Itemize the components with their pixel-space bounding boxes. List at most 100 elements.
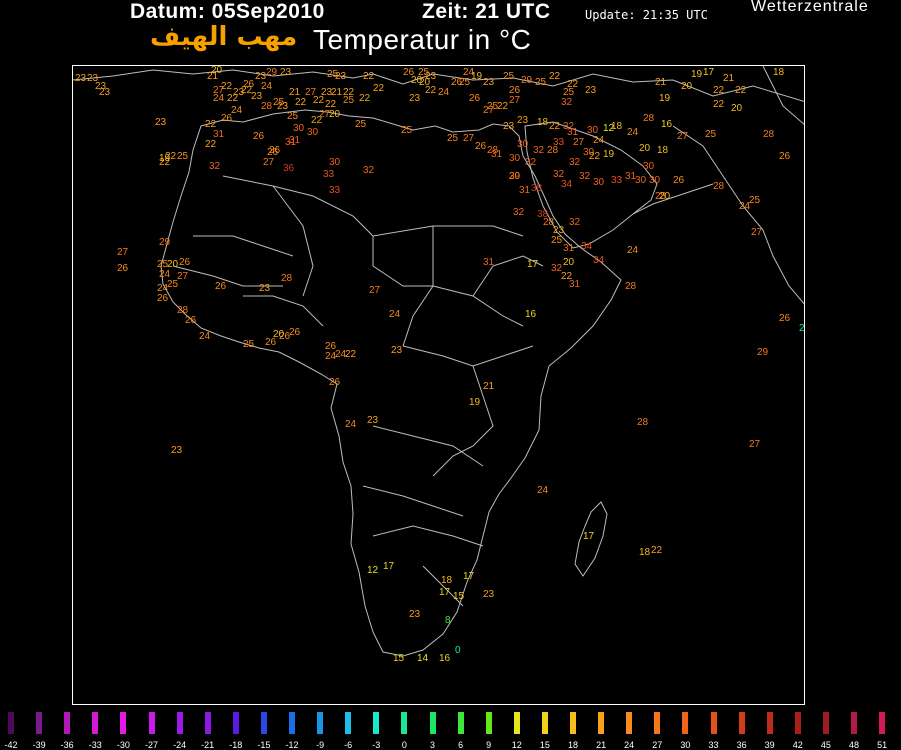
station-temperature: 29 bbox=[266, 67, 278, 78]
station-temperature: 23 bbox=[483, 589, 495, 600]
station-temperature: 15 bbox=[453, 591, 465, 602]
station-temperature: 27 bbox=[751, 227, 763, 238]
station-temperature: 25 bbox=[535, 77, 547, 88]
station-temperature: 22 bbox=[205, 139, 217, 150]
legend-label: 48 bbox=[848, 740, 859, 750]
legend-label: -30 bbox=[116, 740, 130, 750]
legend-swatch bbox=[766, 712, 773, 734]
station-temperature: 23 bbox=[367, 415, 379, 426]
station-temperature: 25 bbox=[459, 77, 471, 88]
station-temperature: 22 bbox=[221, 81, 233, 92]
station-temperature: 26 bbox=[475, 141, 487, 152]
station-temperature: 24 bbox=[345, 419, 357, 430]
station-temperature: 25 bbox=[749, 195, 761, 206]
station-temperature: 30 bbox=[649, 175, 661, 186]
legend-label: 51 bbox=[877, 740, 888, 750]
station-temperature: 20 bbox=[681, 81, 693, 92]
station-temperature: 22 bbox=[549, 121, 561, 132]
station-temperature: 26 bbox=[185, 315, 197, 326]
station-temperature: 24 bbox=[627, 245, 639, 256]
station-temperature: 30 bbox=[293, 123, 305, 134]
station-temperature: 29 bbox=[159, 237, 171, 248]
legend-swatch bbox=[879, 712, 886, 734]
station-temperature: 15 bbox=[393, 653, 405, 664]
legend-label: -6 bbox=[344, 740, 353, 750]
color-legend: -42 -39 -36 -33 -30 -27 -24 -21 -18 -15 -12 -9 -6 -3 0… bbox=[0, 712, 901, 750]
station-temperature: 21 bbox=[723, 73, 735, 84]
station-temperature: 28 bbox=[625, 281, 637, 292]
station-temperature: 26 bbox=[117, 263, 129, 274]
date-label: Datum: 05Sep2010 bbox=[130, 0, 325, 23]
legend-swatch bbox=[317, 712, 324, 734]
legend-swatch bbox=[92, 712, 99, 734]
legend-label: 0 bbox=[401, 740, 407, 750]
station-temperature: 19 bbox=[469, 397, 481, 408]
station-temperature: 34 bbox=[593, 255, 605, 266]
legend-label: -15 bbox=[257, 740, 271, 750]
station-temperature: 25 bbox=[551, 235, 563, 246]
station-temperature: 28 bbox=[655, 191, 667, 202]
station-temperature: 23 bbox=[409, 609, 421, 620]
legend-swatch bbox=[851, 712, 857, 734]
station-temperature: 22 bbox=[589, 151, 601, 162]
legend-swatch bbox=[345, 712, 352, 734]
legend-label: -27 bbox=[144, 740, 158, 750]
legend-swatch bbox=[682, 712, 689, 734]
station-temperature: 23 bbox=[517, 115, 529, 126]
station-temperature: 34 bbox=[581, 241, 593, 252]
station-temperature: 18 bbox=[537, 117, 549, 128]
station-temperature: 20 bbox=[563, 257, 575, 268]
station-temperature: 32 bbox=[513, 207, 525, 218]
station-temperature: 27 bbox=[463, 133, 475, 144]
station-temperature: 12 bbox=[367, 565, 379, 576]
legend-label: -9 bbox=[316, 740, 325, 750]
station-temperature: 18 bbox=[657, 145, 669, 156]
station-temperature: 30 bbox=[517, 139, 529, 150]
station-temperature: 22 bbox=[497, 101, 509, 112]
station-temperature: 23 bbox=[585, 85, 597, 96]
station-temperature: 24 bbox=[231, 105, 243, 116]
station-temperature: 30 bbox=[593, 177, 605, 188]
station-temperature: 32 bbox=[525, 157, 537, 168]
station-temperature: 19 bbox=[603, 149, 615, 160]
station-temperature: 22 bbox=[295, 97, 307, 108]
station-temperature: 28 bbox=[637, 417, 649, 428]
legend-label: 27 bbox=[652, 740, 663, 750]
station-temperature: 23 bbox=[155, 117, 167, 128]
legend-swatch bbox=[485, 712, 492, 734]
station-temperature: 20 bbox=[329, 109, 341, 120]
station-temperature: 31 bbox=[491, 149, 503, 160]
station-temperature: 25 bbox=[401, 125, 413, 136]
station-temperature: 26 bbox=[179, 257, 191, 268]
legend-label: -42 bbox=[4, 740, 18, 750]
station-temperature: 27 bbox=[749, 439, 761, 450]
station-temperature: 24 bbox=[627, 127, 639, 138]
legend-swatch bbox=[822, 712, 829, 734]
legend-label: -18 bbox=[229, 740, 243, 750]
station-temperature: 29 bbox=[757, 347, 769, 358]
station-temperature: 18 bbox=[639, 547, 651, 558]
station-temperature: 22 bbox=[549, 71, 561, 82]
station-temperature: 17 bbox=[439, 587, 451, 598]
legend-label: 21 bbox=[596, 740, 607, 750]
legend-label: -12 bbox=[285, 740, 299, 750]
legend-swatch bbox=[260, 712, 267, 734]
station-temperature: 18 bbox=[773, 67, 785, 78]
station-temperature: 22 bbox=[359, 93, 371, 104]
legend-label: 36 bbox=[736, 740, 747, 750]
station-temperature: 19 bbox=[159, 153, 171, 164]
legend-label: 15 bbox=[539, 740, 550, 750]
legend-swatch bbox=[457, 712, 464, 734]
station-temperature: 22 bbox=[363, 71, 375, 82]
legend-label: 12 bbox=[511, 740, 522, 750]
station-temperature: 27 bbox=[677, 131, 689, 142]
station-temperature: 32 bbox=[533, 145, 545, 156]
station-temperature: 31 bbox=[569, 279, 581, 290]
station-temperature: 25 bbox=[167, 279, 179, 290]
legend-swatch bbox=[176, 712, 183, 734]
legend-label: -21 bbox=[201, 740, 215, 750]
station-temperature: 24 bbox=[389, 309, 401, 320]
station-temperature: 21 bbox=[655, 77, 667, 88]
station-temperature: 26 bbox=[215, 281, 227, 292]
station-temperature: 19 bbox=[471, 71, 483, 82]
